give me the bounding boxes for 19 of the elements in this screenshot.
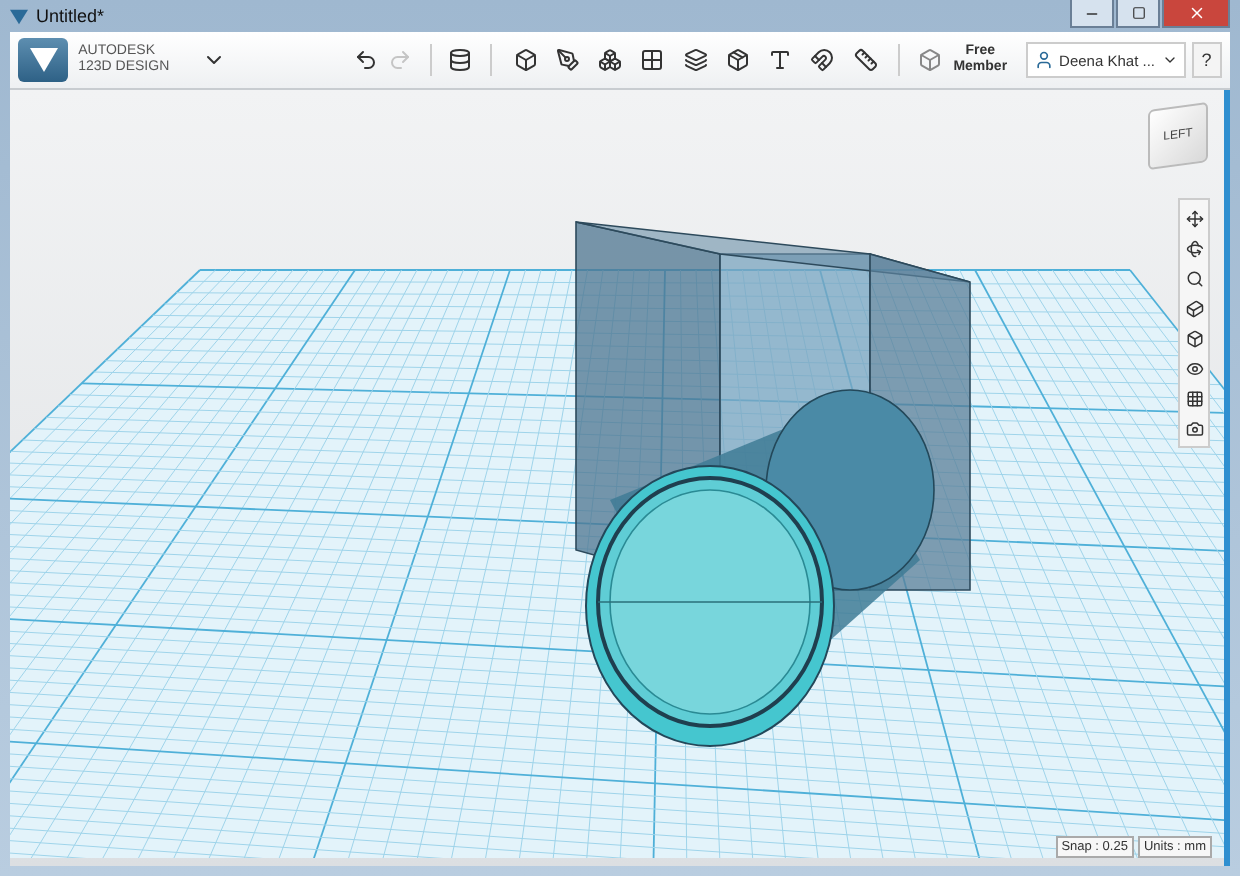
orbit-icon[interactable] <box>1182 236 1206 260</box>
app-logo-icon[interactable] <box>18 38 69 82</box>
zoom-icon[interactable] <box>1182 266 1206 290</box>
undo-icon <box>353 48 378 72</box>
cuboid-icon[interactable] <box>1182 296 1206 320</box>
grid-icon[interactable] <box>1182 386 1206 410</box>
app-logo-icon <box>10 7 28 25</box>
cube-icon[interactable] <box>1182 326 1206 350</box>
minimize-button[interactable] <box>1070 0 1114 28</box>
pan-icon[interactable] <box>1182 206 1206 230</box>
redo-icon <box>388 48 413 72</box>
window-title: Untitled* <box>36 6 105 26</box>
maximize-button[interactable] <box>1116 0 1160 28</box>
help-button[interactable]: ? <box>1191 42 1223 78</box>
user-icon <box>1033 50 1054 70</box>
maximize-icon <box>1131 6 1145 20</box>
camera-icon[interactable] <box>1182 416 1206 440</box>
close-icon <box>1187 4 1205 22</box>
caret-icon <box>1161 52 1177 68</box>
